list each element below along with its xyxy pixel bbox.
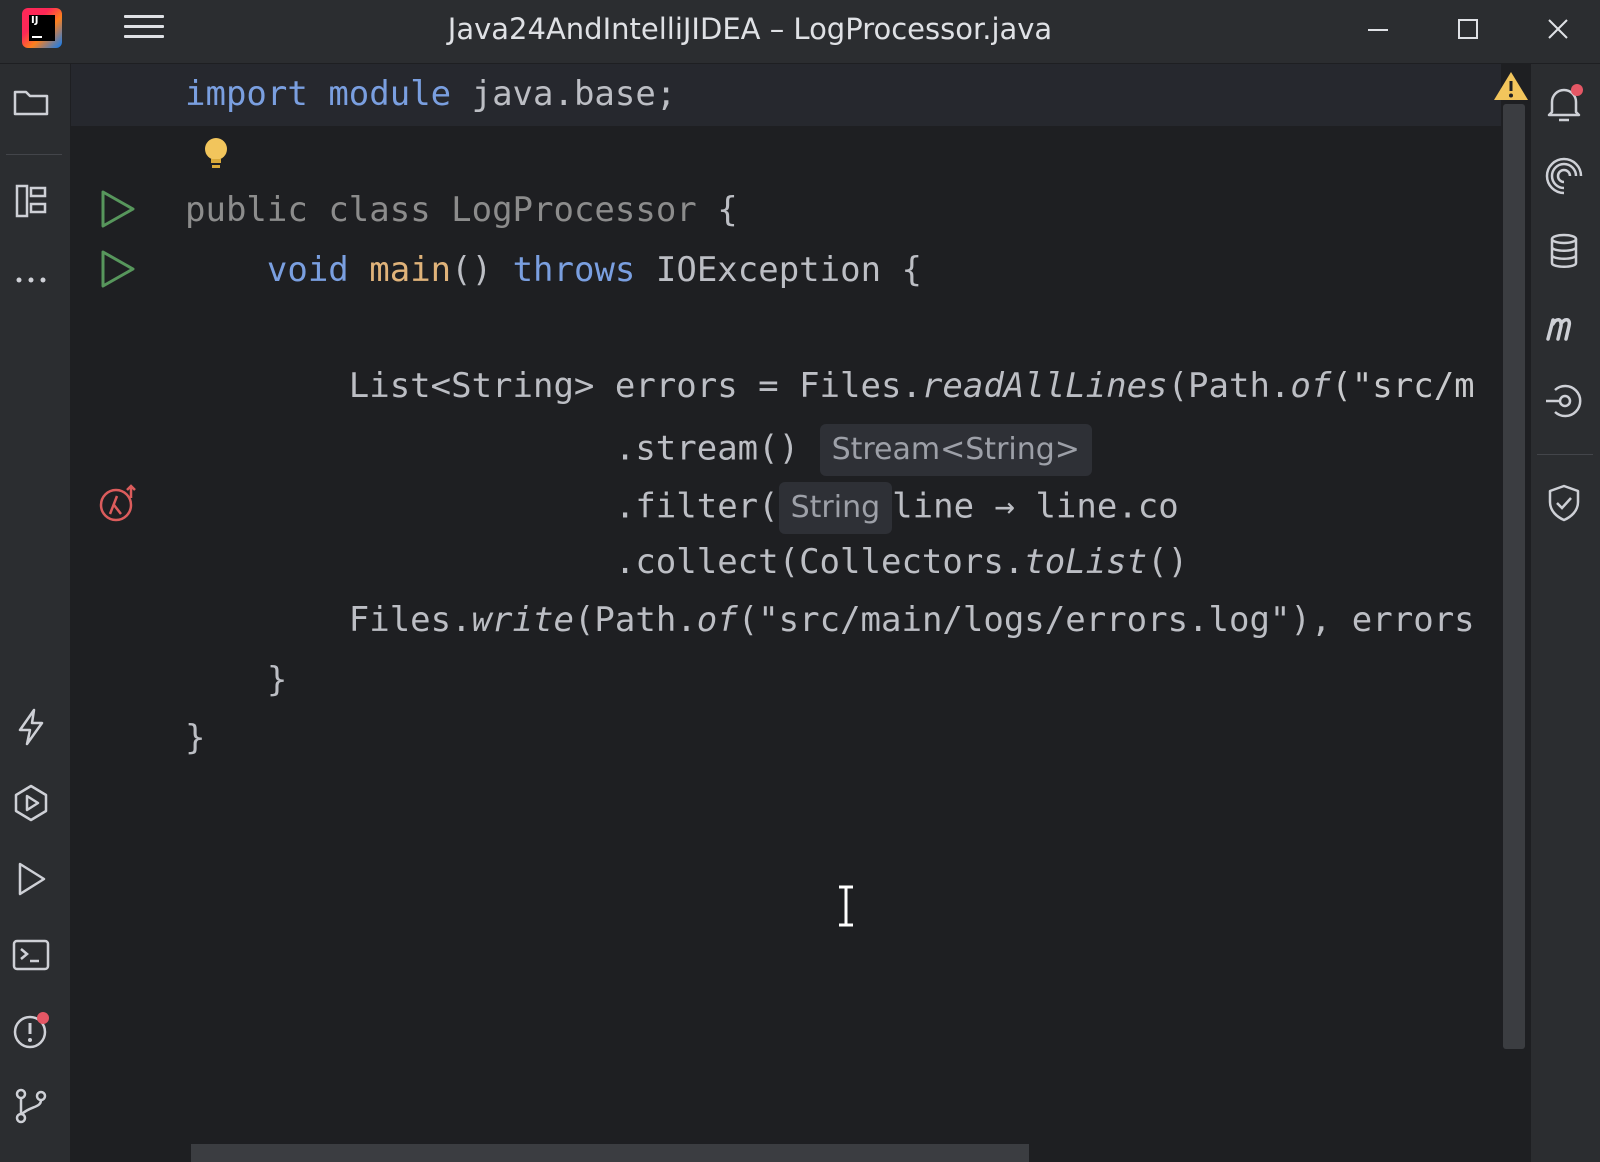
intellij-logo-icon[interactable]: IJ [22, 8, 62, 48]
token: .collect(Collectors. [185, 542, 1025, 582]
keyword: public [185, 190, 308, 230]
code-line-close-class: } [185, 718, 205, 758]
method-call: of [696, 600, 738, 640]
database-icon[interactable] [1543, 230, 1585, 272]
code-line-collect: .collect(Collectors.toList() [185, 542, 1188, 582]
code-line-filter: .filter(String line → line.co [185, 482, 1179, 534]
code-line-write: Files.write(Path.of("src/main/logs/error… [185, 600, 1475, 640]
lambda-icon[interactable] [97, 482, 139, 524]
window-title: Java24AndIntelliJIDEA – LogProcessor.jav… [447, 12, 1053, 46]
token: .filter( [185, 486, 779, 527]
parameter-hint[interactable]: String [778, 482, 893, 534]
notifications-icon[interactable] [1543, 82, 1585, 124]
token: (Path. [1167, 366, 1291, 406]
endpoints-icon[interactable] [1543, 380, 1585, 422]
run-class-icon[interactable] [97, 188, 139, 230]
token: .stream() [185, 428, 800, 469]
problems-icon[interactable] [10, 1010, 52, 1052]
keyword: void [266, 250, 349, 290]
token: line → line.co [892, 486, 1179, 527]
more-icon[interactable] [10, 256, 52, 298]
ai-assistant-icon[interactable] [1543, 156, 1585, 198]
token: ("src/main/logs/errors.log"), errors [737, 600, 1475, 640]
terminal-icon[interactable] [10, 934, 52, 976]
warning-icon[interactable] [1491, 68, 1531, 104]
token: Files. [185, 600, 472, 640]
services-icon[interactable] [10, 782, 52, 824]
method-call: write [471, 600, 574, 640]
token: java.base; [451, 74, 677, 114]
code-editor[interactable]: import module java.base; public class Lo… [71, 64, 1530, 1162]
method-call: of [1290, 366, 1332, 406]
logo-text: IJ [31, 15, 39, 26]
token: (Path. [573, 600, 697, 640]
keyword: class [328, 190, 431, 230]
code-line-class: public class LogProcessor { [185, 190, 738, 230]
structure-icon[interactable] [10, 180, 52, 222]
code-line-import: import module java.base; [185, 74, 676, 114]
token: () [1147, 542, 1189, 582]
type-hint[interactable]: Stream<String> [819, 424, 1092, 476]
token: () [451, 250, 513, 290]
vertical-scrollbar[interactable] [1503, 104, 1525, 1049]
maven-icon[interactable] [1543, 306, 1585, 348]
code-line-errors: List<String> errors = Files.readAllLines… [185, 366, 1475, 406]
git-icon[interactable] [10, 1084, 52, 1126]
token: } [185, 718, 206, 758]
minimize-icon[interactable] [1358, 12, 1398, 48]
maximize-icon[interactable] [1448, 12, 1488, 48]
code-line-main: void main() throws IOException { [185, 250, 922, 290]
class-name: LogProcessor [430, 190, 697, 230]
keyword: throws [512, 250, 636, 290]
code-line-stream: .stream() Stream<String> [185, 424, 1092, 476]
run-icon[interactable] [10, 858, 52, 900]
token: { [696, 190, 738, 230]
security-icon[interactable] [1543, 482, 1585, 524]
method-name: main [369, 250, 452, 290]
string-literal: ("src/m [1331, 366, 1475, 406]
separator [6, 154, 62, 155]
title-bar: IJ Java24AndIntelliJIDEA – LogProcessor.… [0, 0, 1600, 64]
code-line-close-main: } [185, 660, 287, 700]
keyword: module [328, 74, 452, 114]
keyword: import [185, 74, 308, 114]
close-icon[interactable] [1538, 12, 1578, 48]
lightbulb-icon[interactable] [195, 132, 237, 174]
right-tool-strip [1530, 64, 1600, 1162]
token: IOException { [635, 250, 922, 290]
text-cursor-icon [839, 885, 853, 927]
token: List<String> errors = Files. [185, 366, 922, 406]
flash-icon[interactable] [10, 706, 52, 748]
project-icon[interactable] [10, 80, 52, 122]
separator [1537, 454, 1593, 455]
left-tool-strip [0, 64, 71, 1162]
method-call: toList [1024, 542, 1148, 582]
token: } [185, 660, 288, 700]
main-menu-icon[interactable] [124, 8, 164, 48]
run-main-icon[interactable] [97, 248, 139, 290]
method-call: readAllLines [921, 366, 1168, 406]
horizontal-scrollbar[interactable] [191, 1144, 1029, 1162]
